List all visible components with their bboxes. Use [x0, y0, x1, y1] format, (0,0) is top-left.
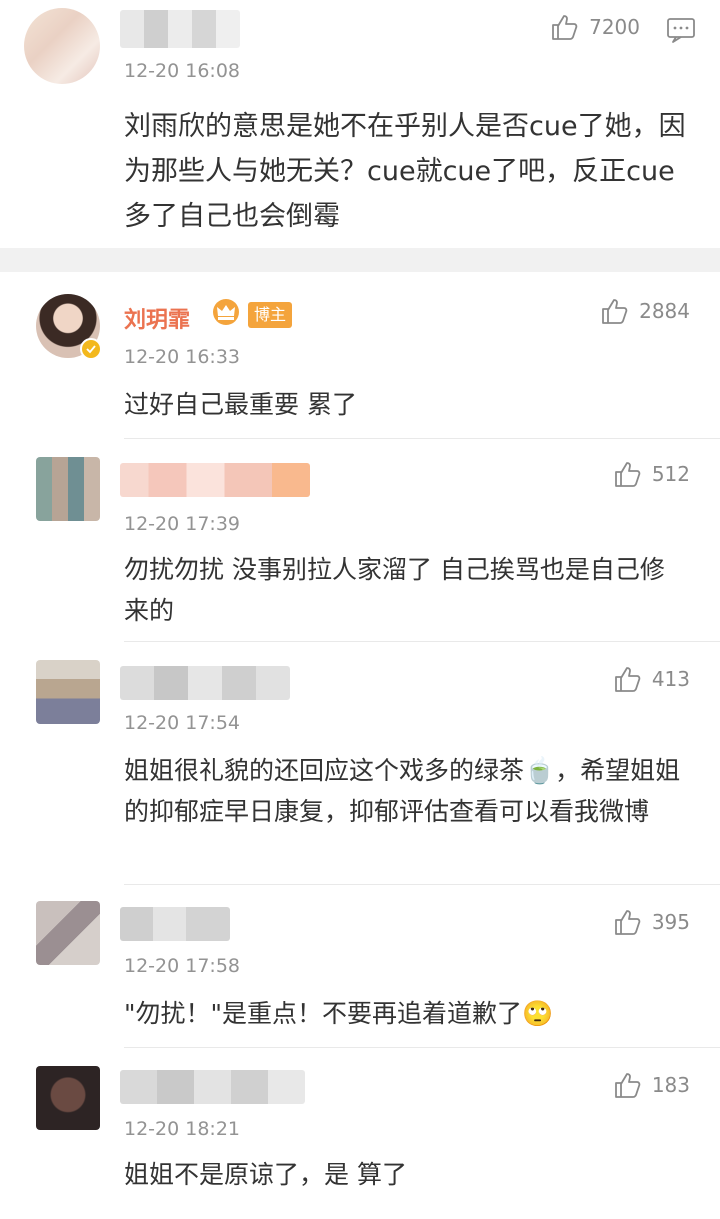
thumbs-up-icon: [614, 1073, 641, 1098]
avatar[interactable]: [36, 901, 100, 965]
comment-time: 12-20 16:33: [124, 346, 241, 368]
thumbs-up-icon: [614, 910, 641, 935]
avatar[interactable]: [36, 457, 100, 521]
like-count: 7200: [589, 15, 640, 39]
blurred-username[interactable]: [120, 10, 240, 48]
comment-time: 12-20 16:08: [124, 60, 241, 82]
blurred-username[interactable]: [120, 463, 310, 497]
reply-item: 12-20 17:54 413 姐姐很礼貌的还回应这个戏多的绿茶🍵，希望姐姐的抑…: [0, 642, 720, 884]
avatar[interactable]: [36, 660, 100, 724]
comment-text: 姐姐不是原谅了，是 算了: [124, 1160, 407, 1189]
comment-time: 12-20 17:58: [124, 955, 241, 977]
like-button[interactable]: 395: [612, 907, 690, 937]
comment-time: 12-20 18:21: [124, 1118, 241, 1140]
thumbs-up-icon: [552, 15, 578, 40]
like-count: 183: [651, 1073, 690, 1097]
verified-badge-icon: [80, 338, 102, 360]
comment-text: 过好自己最重要 累了: [124, 390, 357, 419]
like-button[interactable]: 7200: [549, 12, 640, 42]
main-comment: 12-20 16:08 7200 刘雨欣的意思是她不在乎别人是否cue了她，因为…: [0, 0, 720, 248]
comment-text: 刘雨欣的意思是她不在乎别人是否cue了她，因为那些人与她无关？cue就cue了吧…: [124, 111, 686, 232]
like-count: 2884: [639, 299, 690, 323]
crown-icon: [213, 299, 239, 325]
like-count: 512: [651, 462, 690, 486]
like-count: 395: [651, 910, 690, 934]
comment-time: 12-20 17:39: [124, 513, 241, 535]
like-button[interactable]: 2884: [599, 296, 690, 326]
reply-item: 12-20 18:21 183 姐姐不是原谅了，是 算了: [0, 1048, 720, 1219]
like-button[interactable]: 413: [612, 664, 690, 694]
reply-item: 12-20 17:58 395 "勿扰！"是重点！不要再追着道歉了🙄: [0, 885, 720, 1047]
section-divider: [0, 248, 720, 272]
comment-text: 勿扰勿扰 没事别拉人家溜了 自己挨骂也是自己修来的: [124, 555, 665, 625]
like-count: 413: [651, 667, 690, 691]
comment-icon[interactable]: [666, 16, 696, 44]
blurred-username[interactable]: [120, 666, 290, 700]
thumbs-up-icon: [614, 667, 641, 692]
reply-item: 12-20 17:39 512 勿扰勿扰 没事别拉人家溜了 自己挨骂也是自己修来…: [0, 439, 720, 641]
comment-text: "勿扰！"是重点！不要再追着道歉了🙄: [124, 999, 554, 1028]
blurred-username[interactable]: [120, 907, 230, 941]
blurred-username[interactable]: [120, 1070, 305, 1104]
avatar[interactable]: [24, 8, 100, 84]
thumbs-up-icon: [602, 299, 628, 324]
comment-time: 12-20 17:54: [124, 712, 241, 734]
like-button[interactable]: 183: [612, 1070, 690, 1100]
avatar[interactable]: [36, 1066, 100, 1130]
thumbs-up-icon: [614, 462, 641, 487]
reply-item: 刘玥霏 博主 12-20 16:33 2884 过好自己最重要 累了: [0, 272, 720, 438]
comment-text: 姐姐很礼貌的还回应这个戏多的绿茶🍵，希望姐姐的抑郁症早日康复，抑郁评估查看可以看…: [124, 756, 681, 826]
blogger-badge: 博主: [248, 302, 293, 328]
username[interactable]: 刘玥霏: [124, 302, 190, 334]
like-button[interactable]: 512: [612, 459, 690, 489]
